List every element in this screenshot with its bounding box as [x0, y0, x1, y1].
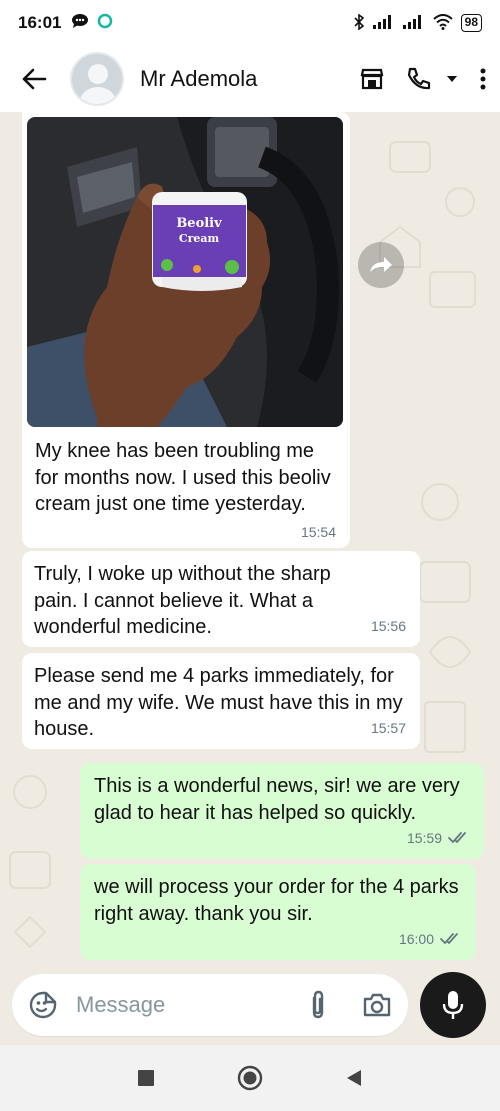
sticker-icon — [29, 991, 57, 1019]
message-time: 15:54 — [300, 524, 336, 540]
message-text: we will process your order for the 4 par… — [94, 876, 459, 925]
incoming-message[interactable]: Please send me 4 parks immediately, for … — [22, 653, 420, 749]
square-icon — [138, 1070, 154, 1086]
status-time: 16:01 — [18, 13, 62, 32]
voice-record-button[interactable] — [420, 972, 486, 1038]
microphone-icon — [442, 991, 464, 1019]
chat-header: Mr Ademola — [0, 46, 500, 112]
arrow-left-icon — [22, 68, 47, 90]
chat-bubble-icon — [71, 13, 89, 34]
svg-text:Cream: Cream — [179, 232, 220, 245]
outgoing-message[interactable]: we will process your order for the 4 par… — [80, 864, 476, 960]
home-button[interactable] — [237, 1065, 263, 1091]
doodle-pattern-3 — [9, 775, 51, 949]
circle-icon — [237, 1065, 263, 1091]
back-nav-button[interactable] — [345, 1068, 363, 1088]
attach-button[interactable] — [308, 990, 328, 1020]
caret-down-icon — [447, 76, 457, 82]
read-receipt-icon — [440, 932, 458, 944]
phone-icon — [407, 67, 431, 90]
wifi-icon — [432, 13, 453, 33]
message-time: 15:59 — [406, 829, 442, 846]
more-vertical-icon — [480, 68, 486, 90]
camera-button[interactable] — [362, 992, 392, 1018]
image-message[interactable]: Beoliv Cream My knee has been troubling … — [22, 112, 350, 548]
shop-icon[interactable] — [360, 68, 384, 90]
doodle-pattern — [379, 141, 476, 308]
signal-icon — [372, 14, 395, 32]
message-text: Truly, I woke up without the sharp pain.… — [34, 563, 331, 638]
message-time: 15:57 — [370, 719, 406, 736]
emoji-sticker-button[interactable] — [28, 990, 58, 1020]
status-bar: 16:01 98 — [0, 0, 500, 46]
incoming-message[interactable]: Truly, I woke up without the sharp pain.… — [22, 551, 420, 647]
contact-name[interactable]: Mr Ademola — [140, 66, 257, 92]
outgoing-message[interactable]: This is a wonderful news, sir! we are ve… — [80, 763, 484, 859]
message-text: Please send me 4 parks immediately, for … — [34, 665, 403, 740]
more-options-button[interactable] — [480, 68, 486, 90]
message-input[interactable] — [76, 992, 256, 1018]
system-navigation-bar — [0, 1045, 500, 1111]
message-time: 16:00 — [398, 930, 434, 947]
product-photo[interactable]: Beoliv Cream — [27, 117, 343, 427]
back-button[interactable] — [16, 61, 52, 97]
battery-indicator: 98 — [460, 14, 482, 32]
forward-button[interactable] — [358, 242, 404, 288]
sync-icon — [97, 13, 113, 34]
bluetooth-icon — [353, 12, 365, 33]
message-time: 15:56 — [370, 617, 406, 634]
recents-button[interactable] — [137, 1069, 155, 1087]
paperclip-icon — [312, 990, 324, 1019]
svg-text:Beoliv: Beoliv — [176, 216, 222, 231]
message-text: This is a wonderful news, sir! we are ve… — [94, 775, 460, 824]
signal-icon-2 — [402, 14, 425, 32]
call-button[interactable] — [406, 67, 458, 91]
read-receipt-icon — [448, 831, 466, 843]
avatar[interactable] — [70, 52, 124, 106]
forward-icon — [370, 257, 392, 272]
camera-icon — [363, 993, 391, 1017]
message-composer — [12, 974, 408, 1036]
message-text: My knee has been troubling me for months… — [35, 440, 331, 515]
triangle-back-icon — [347, 1070, 361, 1086]
